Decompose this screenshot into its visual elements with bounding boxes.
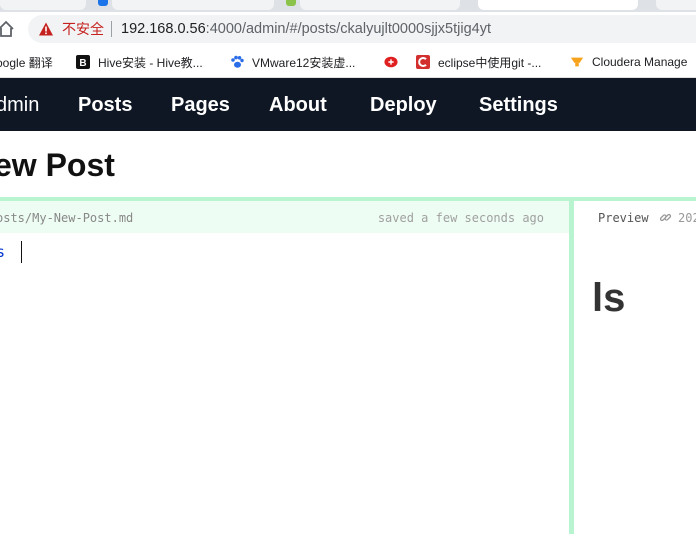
security-status[interactable]: 不安全 bbox=[62, 21, 104, 37]
admin-nav-bar: dmin Posts Pages About Deploy Settings bbox=[0, 78, 696, 131]
bookmarks-bar: oogle 翻译 B Hive安装 - Hive教... VMware12安装虚… bbox=[0, 46, 696, 78]
browser-tab[interactable] bbox=[0, 0, 86, 10]
file-path: osts/My-New-Post.md bbox=[0, 211, 134, 225]
nav-link-deploy[interactable]: Deploy bbox=[370, 93, 437, 117]
nav-link-about[interactable]: About bbox=[269, 93, 327, 117]
browser-tab-strip bbox=[0, 0, 696, 12]
red-logo-icon bbox=[384, 55, 398, 69]
preview-header: Preview 202 bbox=[574, 201, 696, 233]
nav-link-pages[interactable]: Pages bbox=[171, 93, 230, 117]
warning-icon[interactable] bbox=[38, 21, 54, 37]
markdown-line: s bbox=[0, 243, 6, 261]
c-letter-icon bbox=[416, 55, 430, 69]
preview-tab[interactable]: Preview bbox=[598, 211, 649, 225]
cloudera-icon bbox=[570, 55, 584, 69]
browser-tab-active[interactable] bbox=[478, 0, 638, 10]
preview-heading: ls bbox=[592, 276, 626, 320]
bookmark-cloudera[interactable]: Cloudera Manage bbox=[570, 54, 687, 70]
bookmark-red-logo[interactable] bbox=[384, 54, 406, 70]
address-bar[interactable]: 不安全 192.168.0.56:4000/admin/#/posts/ckal… bbox=[28, 15, 696, 43]
link-icon[interactable] bbox=[659, 211, 672, 224]
url-path: :4000/admin/#/posts/ckalyujlt0000sjjx5tj… bbox=[205, 21, 491, 37]
bookmark-eclipse-git[interactable]: eclipse中使用git -... bbox=[416, 54, 541, 70]
save-status: saved a few seconds ago bbox=[377, 211, 544, 225]
preview-pane: Preview 202 ls bbox=[574, 201, 696, 534]
nav-link-posts[interactable]: Posts bbox=[78, 93, 132, 117]
paw-icon bbox=[230, 55, 244, 69]
markdown-editor-pane: osts/My-New-Post.md saved a few seconds … bbox=[0, 201, 569, 534]
bookmark-hive-install[interactable]: B Hive安装 - Hive教... bbox=[76, 54, 203, 70]
bookmark-label: oogle 翻译 bbox=[0, 55, 53, 70]
tab-favicon bbox=[286, 0, 296, 6]
url-host: 192.168.0.56 bbox=[121, 21, 206, 37]
bookmark-label: eclipse中使用git -... bbox=[438, 55, 542, 70]
browser-tab[interactable] bbox=[656, 0, 696, 10]
bookmark-label: VMware12安装虚... bbox=[252, 55, 356, 70]
bookmark-google-translate[interactable]: oogle 翻译 bbox=[0, 54, 53, 70]
bookmark-label: Cloudera Manage bbox=[592, 55, 688, 69]
page-title: ew Post bbox=[0, 147, 115, 183]
browser-toolbar: 不安全 192.168.0.56:4000/admin/#/posts/ckal… bbox=[0, 12, 696, 46]
admin-brand-link[interactable]: dmin bbox=[0, 93, 39, 117]
bookmark-label: Hive安装 - Hive教... bbox=[98, 55, 203, 70]
home-icon[interactable] bbox=[0, 19, 16, 39]
post-link-text[interactable]: 202 bbox=[678, 211, 696, 225]
editor-header: osts/My-New-Post.md saved a few seconds … bbox=[0, 201, 569, 233]
browser-tab[interactable] bbox=[112, 0, 274, 10]
svg-text:B: B bbox=[79, 58, 86, 69]
nav-link-settings[interactable]: Settings bbox=[479, 93, 558, 117]
b-letter-icon: B bbox=[76, 55, 90, 69]
text-cursor bbox=[21, 241, 22, 263]
url-text[interactable]: 192.168.0.56:4000/admin/#/posts/ckalyujl… bbox=[121, 21, 491, 37]
tab-favicon bbox=[98, 0, 108, 6]
browser-tab[interactable] bbox=[300, 0, 460, 10]
omnibox-divider bbox=[111, 21, 112, 37]
bookmark-vmware[interactable]: VMware12安装虚... bbox=[230, 54, 355, 70]
markdown-textarea[interactable]: s bbox=[0, 234, 569, 534]
